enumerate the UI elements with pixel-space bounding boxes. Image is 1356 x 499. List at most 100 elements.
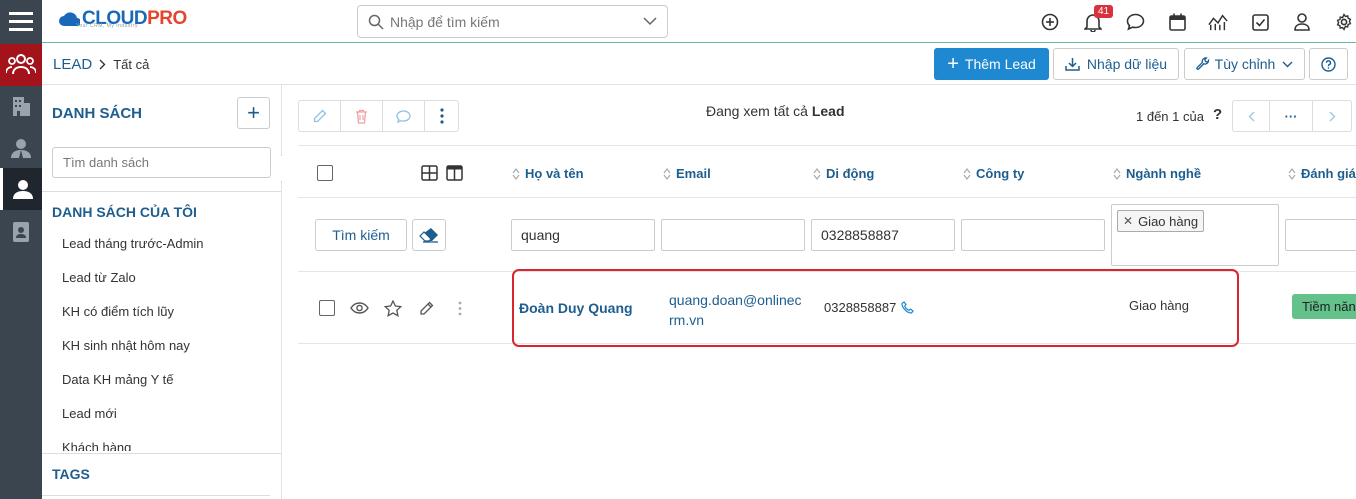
cell-email[interactable]: quang.doan@onlinecrm.vn bbox=[669, 290, 803, 330]
sidebar-title: DANH SÁCH bbox=[52, 105, 142, 122]
cell-name[interactable]: Đoàn Duy Quang bbox=[519, 300, 633, 316]
next-page-button[interactable] bbox=[1313, 101, 1351, 131]
comment-button[interactable] bbox=[383, 101, 425, 131]
column-header-rating[interactable]: Đánh giá bbox=[1288, 166, 1356, 181]
tags-title: TAGS bbox=[52, 466, 90, 482]
menu-button[interactable] bbox=[0, 0, 42, 42]
search-icon bbox=[368, 14, 384, 30]
comment-icon bbox=[396, 109, 411, 123]
viewing-module: Lead bbox=[811, 103, 845, 119]
search-button[interactable]: Tìm kiếm bbox=[315, 219, 407, 251]
rail-item-contacts-2[interactable] bbox=[0, 128, 42, 168]
id-badge-icon bbox=[13, 222, 29, 242]
page-jump-button[interactable]: ··· bbox=[1270, 101, 1313, 131]
wrench-icon bbox=[1195, 57, 1209, 70]
select-all-checkbox[interactable] bbox=[317, 165, 333, 181]
sort-icon bbox=[1113, 167, 1121, 180]
column-header-email[interactable]: Email bbox=[663, 166, 711, 181]
list-item[interactable]: Khách hàng bbox=[62, 431, 272, 451]
add-lead-label: Thêm Lead bbox=[964, 56, 1036, 72]
rail-item-badge[interactable] bbox=[0, 212, 42, 252]
record-range: 1 đến 1 của bbox=[1136, 109, 1204, 124]
edit-button[interactable] bbox=[299, 101, 341, 131]
filter-name-input[interactable] bbox=[511, 219, 655, 251]
logo-accent: PRO bbox=[147, 8, 187, 29]
edit-row-button[interactable] bbox=[416, 298, 436, 318]
rail-item-contacts[interactable] bbox=[0, 44, 42, 86]
customize-button[interactable]: Tùy chỉnh bbox=[1184, 48, 1305, 80]
remove-tag-icon[interactable]: ✕ bbox=[1123, 214, 1133, 228]
grid-view-icon[interactable] bbox=[421, 165, 438, 181]
list-item[interactable]: KH có điểm tích lũy bbox=[62, 295, 272, 329]
list-item[interactable]: Lead tháng trước-Admin bbox=[62, 227, 272, 261]
prev-page-button[interactable] bbox=[1233, 101, 1270, 131]
column-header-name[interactable]: Họ và tên bbox=[512, 166, 584, 181]
row-checkbox[interactable] bbox=[319, 300, 335, 316]
my-lists: Lead tháng trước-Admin Lead từ Zalo KH c… bbox=[62, 227, 272, 451]
quick-add-button[interactable] bbox=[1040, 12, 1060, 32]
global-search-input[interactable] bbox=[390, 13, 630, 30]
add-list-button[interactable]: + bbox=[237, 97, 270, 129]
viewing-text: Đang xem tất cả Lead bbox=[706, 103, 845, 119]
industry-tag-label: Giao hàng bbox=[1138, 213, 1199, 229]
column-header-company[interactable]: Công ty bbox=[963, 166, 1024, 181]
phone-icon[interactable] bbox=[901, 301, 915, 314]
divider bbox=[298, 271, 1356, 272]
industry-tag-chip[interactable]: ✕ Giao hàng bbox=[1117, 210, 1205, 232]
columns-icon[interactable] bbox=[446, 165, 463, 181]
filter-mobile-input[interactable] bbox=[811, 219, 955, 251]
help-button[interactable] bbox=[1309, 48, 1348, 80]
filter-industry-select[interactable]: ✕ Giao hàng bbox=[1111, 204, 1279, 266]
chart-icon bbox=[1208, 14, 1228, 31]
list-view: Đang xem tất cả Lead 1 đến 1 của ? ··· H… bbox=[282, 85, 1356, 499]
global-search[interactable] bbox=[357, 5, 668, 38]
chat-button[interactable] bbox=[1125, 12, 1145, 32]
reports-button[interactable] bbox=[1208, 12, 1228, 32]
filter-company-input[interactable] bbox=[961, 219, 1105, 251]
divider bbox=[298, 343, 1356, 344]
star-button[interactable] bbox=[383, 298, 403, 318]
list-item[interactable]: Lead từ Zalo bbox=[62, 261, 272, 295]
list-item[interactable]: Data KH mảng Y tế bbox=[62, 363, 272, 397]
left-rail bbox=[0, 0, 42, 499]
cell-mobile: 0328858887 bbox=[824, 300, 915, 315]
eye-icon bbox=[349, 302, 369, 314]
filter-email-input[interactable] bbox=[661, 219, 805, 251]
star-icon bbox=[384, 299, 402, 317]
view-record-button[interactable] bbox=[349, 298, 369, 318]
divider bbox=[42, 191, 281, 192]
status-badge: Tiềm năng bbox=[1292, 294, 1356, 319]
breadcrumb-bar: LEAD Tất cả + Thêm Lead Nhập dữ liệu Tùy… bbox=[42, 44, 1356, 85]
breadcrumb: LEAD Tất cả bbox=[53, 56, 149, 73]
chevron-down-icon bbox=[1282, 61, 1293, 67]
list-sidebar: DANH SÁCH + DANH SÁCH CỦA TÔI Lead tháng… bbox=[42, 85, 282, 499]
rail-item-leads[interactable] bbox=[0, 168, 42, 210]
kebab-icon bbox=[439, 108, 444, 124]
rail-item-organizations[interactable] bbox=[0, 86, 42, 126]
more-actions-button[interactable] bbox=[425, 101, 458, 131]
download-icon bbox=[1065, 58, 1080, 71]
calendar-button[interactable] bbox=[1167, 12, 1187, 32]
list-item[interactable]: Lead mới bbox=[62, 397, 272, 431]
chevron-down-icon[interactable] bbox=[643, 16, 657, 26]
column-header-industry[interactable]: Ngành nghề bbox=[1113, 166, 1201, 181]
chevron-right-icon bbox=[1329, 111, 1335, 121]
total-count-button[interactable]: ? bbox=[1213, 106, 1222, 123]
sort-icon bbox=[813, 167, 821, 180]
import-button[interactable]: Nhập dữ liệu bbox=[1053, 48, 1179, 80]
clear-filters-button[interactable] bbox=[412, 219, 446, 251]
profile-button[interactable] bbox=[1292, 12, 1312, 32]
delete-button[interactable] bbox=[341, 101, 383, 131]
list-item[interactable]: KH sinh nhật hôm nay bbox=[62, 329, 272, 363]
settings-button[interactable] bbox=[1334, 12, 1354, 32]
divider bbox=[42, 453, 281, 454]
tasks-button[interactable] bbox=[1250, 12, 1270, 32]
notification-count-badge: 41 bbox=[1094, 5, 1114, 18]
list-search-input[interactable] bbox=[52, 147, 271, 178]
column-header-mobile[interactable]: Di động bbox=[813, 166, 874, 181]
filter-rating-input[interactable] bbox=[1285, 219, 1356, 251]
row-more-button[interactable] bbox=[450, 298, 470, 318]
breadcrumb-module[interactable]: LEAD bbox=[53, 56, 92, 73]
add-lead-button[interactable]: + Thêm Lead bbox=[934, 48, 1049, 80]
eraser-icon bbox=[419, 228, 438, 243]
